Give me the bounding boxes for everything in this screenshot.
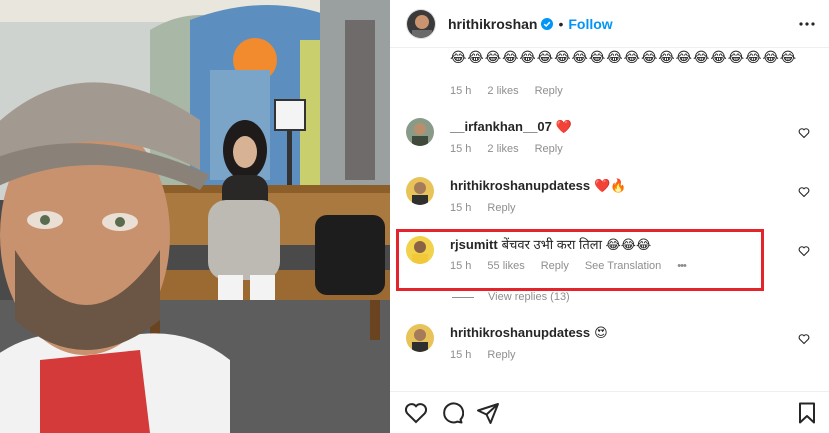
comment-time: 15 h bbox=[450, 85, 472, 97]
comment-body: __irfankhan__07 ❤️ 15 h 2 likes Reply bbox=[450, 118, 790, 155]
heart-icon[interactable] bbox=[404, 401, 428, 425]
like-comment-heart-icon[interactable] bbox=[798, 185, 810, 198]
like-comment-heart-icon[interactable] bbox=[798, 126, 810, 139]
comment-body: hrithikroshanupdatess ❤️🔥 15 h Reply bbox=[450, 177, 790, 214]
comment-meta: 15 h 2 likes Reply bbox=[450, 143, 790, 155]
comment-time: 15 h bbox=[450, 260, 472, 272]
comment-time: 15 h bbox=[450, 349, 472, 361]
comment-time: 15 h bbox=[450, 143, 472, 155]
comment-likes[interactable]: 55 likes bbox=[487, 260, 524, 272]
commenter-username[interactable]: hrithikroshanupdatess bbox=[450, 178, 590, 193]
comment-text: 😍 bbox=[594, 325, 608, 340]
comment-text: ❤️🔥 bbox=[594, 178, 627, 193]
view-replies-button[interactable]: View replies (13) bbox=[452, 291, 570, 303]
reply-button[interactable]: Reply bbox=[535, 85, 563, 97]
see-translation-button[interactable]: See Translation bbox=[585, 260, 661, 272]
comments-panel: hrithikroshan • Follow 😂😂😂😂😂😂😂😂😂😂😂😂😂😂😂😂😂… bbox=[390, 0, 829, 433]
commenter-avatar[interactable] bbox=[406, 324, 434, 352]
like-comment-heart-icon[interactable] bbox=[798, 332, 810, 345]
reply-button[interactable]: Reply bbox=[487, 349, 515, 361]
comment-likes[interactable]: 2 likes bbox=[487, 85, 518, 97]
like-comment-heart-icon[interactable] bbox=[798, 244, 810, 257]
commenter-username[interactable]: __irfankhan__07 bbox=[450, 119, 552, 134]
comment-meta: 15 h 55 likes Reply See Translation ••• bbox=[450, 260, 790, 272]
comment-likes[interactable]: 2 likes bbox=[487, 143, 518, 155]
comment-text: बेंचवर उभी करा तिला 😂😂😂 bbox=[501, 237, 652, 252]
commenter-username[interactable]: hrithikroshanupdatess bbox=[450, 325, 590, 340]
view-replies-label: View replies (13) bbox=[488, 291, 570, 303]
more-options-icon[interactable] bbox=[799, 16, 815, 32]
post-actions-bar bbox=[390, 391, 829, 433]
comment-meta: 15 h 2 likes Reply bbox=[450, 85, 579, 97]
comment-icon[interactable] bbox=[440, 401, 465, 425]
commenter-avatar[interactable] bbox=[406, 177, 434, 205]
verified-badge-icon bbox=[541, 17, 554, 30]
comment-emoji-text: 😂😂😂😂😂😂😂😂😂😂😂😂😂😂😂😂😂😂😂😂 bbox=[450, 49, 798, 65]
comment-meta: 15 h Reply bbox=[450, 349, 790, 361]
photo-illustration bbox=[0, 0, 390, 433]
header-separator: • bbox=[558, 15, 564, 32]
reply-button[interactable]: Reply bbox=[535, 143, 563, 155]
comments-list: 😂😂😂😂😂😂😂😂😂😂😂😂😂😂😂😂😂😂😂😂 15 h 2 likes Reply … bbox=[390, 48, 829, 391]
commenter-avatar[interactable] bbox=[406, 236, 434, 264]
reply-button[interactable]: Reply bbox=[487, 202, 515, 214]
view-replies-line bbox=[452, 296, 474, 298]
reply-button[interactable]: Reply bbox=[541, 260, 569, 272]
follow-button[interactable]: Follow bbox=[568, 16, 612, 32]
commenter-avatar[interactable] bbox=[406, 118, 434, 146]
comment-text: ❤️ bbox=[555, 119, 573, 134]
comment-more-options-icon[interactable]: ••• bbox=[677, 260, 687, 272]
comment-time: 15 h bbox=[450, 202, 472, 214]
bookmark-icon[interactable] bbox=[795, 401, 819, 425]
post-header: hrithikroshan • Follow bbox=[390, 0, 829, 48]
comment-body: rjsumitt बेंचवर उभी करा तिला 😂😂😂 15 h 55 … bbox=[450, 236, 790, 272]
share-icon[interactable] bbox=[476, 401, 500, 425]
post-photo bbox=[0, 0, 390, 433]
author-username[interactable]: hrithikroshan bbox=[448, 16, 537, 32]
comment-meta: 15 h Reply bbox=[450, 202, 790, 214]
comment-body: hrithikroshanupdatess 😍 15 h Reply bbox=[450, 324, 790, 361]
commenter-username[interactable]: rjsumitt bbox=[450, 237, 498, 252]
author-avatar[interactable] bbox=[406, 8, 436, 39]
